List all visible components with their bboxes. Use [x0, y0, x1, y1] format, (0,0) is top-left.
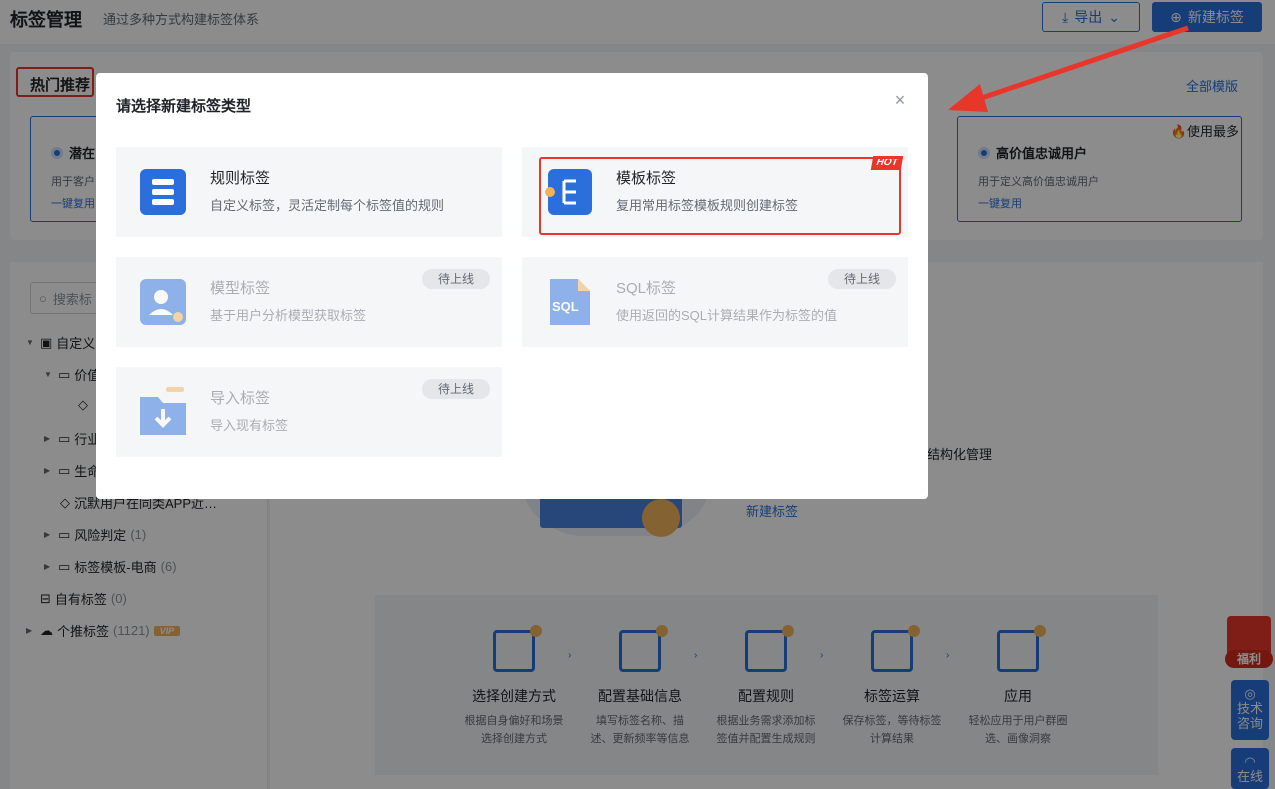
rule-tag-option[interactable]: 规则标签 自定义标签，灵活定制每个标签值的规则	[116, 147, 502, 237]
option-name: 规则标签	[210, 170, 271, 187]
option-desc: 基于用户分析模型获取标签	[210, 308, 367, 323]
import-tag-option: 待上线 导入标签 导入现有标签	[116, 367, 502, 457]
import-folder-icon	[140, 387, 186, 435]
user-model-icon	[140, 279, 186, 325]
option-name: 模型标签	[210, 280, 271, 297]
dialog-title: 请选择新建标签类型	[116, 98, 252, 115]
option-name: 导入标签	[210, 390, 271, 407]
annotation-arrow-icon	[948, 25, 1189, 112]
new-tag-type-dialog: 请选择新建标签类型 × 规则标签 自定义标签，灵活定制每个标签值的规则 HOT …	[96, 73, 928, 499]
option-desc: 使用返回的SQL计算结果作为标签的值	[616, 308, 838, 323]
option-desc: 导入现有标签	[210, 418, 289, 433]
coming-soon-badge: 待上线	[828, 269, 896, 289]
sql-tag-option: SQL 待上线 SQL标签 使用返回的SQL计算结果作为标签的值	[522, 257, 908, 347]
rule-list-icon	[140, 169, 186, 215]
template-option-highlight	[539, 157, 901, 235]
model-tag-option: 待上线 模型标签 基于用户分析模型获取标签	[116, 257, 502, 347]
svg-text:SQL: SQL	[552, 299, 579, 314]
option-name: SQL标签	[616, 280, 677, 297]
coming-soon-badge: 待上线	[422, 379, 490, 399]
coming-soon-badge: 待上线	[422, 269, 490, 289]
close-icon[interactable]: ×	[891, 91, 909, 109]
sql-file-icon: SQL	[550, 279, 590, 325]
option-desc: 自定义标签，灵活定制每个标签值的规则	[210, 198, 445, 213]
